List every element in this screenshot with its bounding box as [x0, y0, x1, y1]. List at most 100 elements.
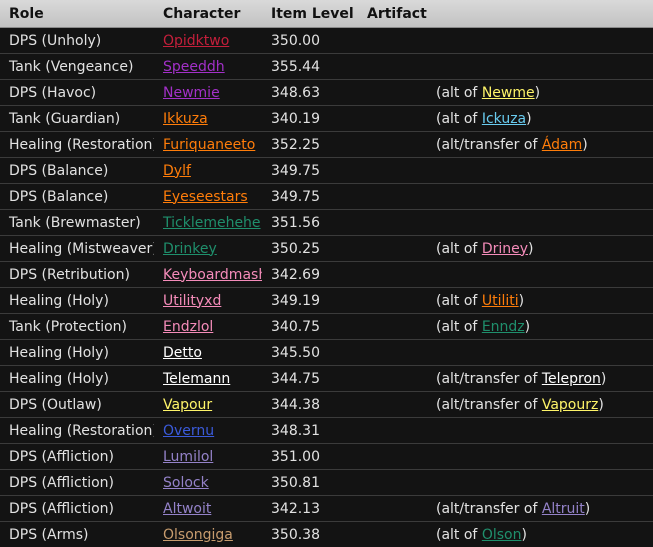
role-cell: DPS (Havoc) [0, 79, 154, 106]
character-link[interactable]: Endzlol [163, 319, 213, 335]
note-cell [427, 209, 653, 236]
role-cell: DPS (Affliction) [0, 443, 154, 470]
role-cell: DPS (Balance) [0, 183, 154, 210]
item-level-cell: 351.56 [262, 209, 358, 236]
character-link[interactable]: Opidktwo [163, 33, 229, 49]
character-cell: Altwoit [154, 495, 262, 522]
note-cell [427, 443, 653, 470]
item-level-cell: 350.00 [262, 27, 358, 54]
note-cell: (alt of Enndz) [427, 313, 653, 340]
note-suffix: ) [518, 292, 525, 309]
character-link[interactable]: Detto [163, 345, 202, 361]
roster-body: DPS (Unholy) Opidktwo 350.00 Tank (Vengeanc… [0, 27, 653, 547]
character-cell: Dylf [154, 157, 262, 184]
table-row: DPS (Affliction) Solock 350.81 [0, 469, 653, 496]
character-link[interactable]: Dylf [163, 163, 191, 179]
character-link[interactable]: Drinkey [163, 241, 217, 257]
role-cell: DPS (Arms) [9, 526, 89, 543]
item-level-cell: 342.13 [262, 495, 358, 522]
character-link[interactable]: Vapour [163, 397, 212, 413]
character-link[interactable]: Overnu [163, 423, 214, 439]
role-cell: Healing (Holy) [0, 287, 154, 314]
character-link[interactable]: Olsongiga [163, 527, 233, 543]
character-cell: Eyeseestars [154, 183, 262, 210]
main-character-link[interactable]: Driney [482, 241, 528, 257]
table-row: DPS (Unholy) Opidktwo 350.00 [0, 27, 653, 54]
table-row: DPS (Affliction) Lumilol 351.00 [0, 443, 653, 470]
note-prefix: (alt of [436, 318, 482, 335]
character-cell: Telemann [154, 365, 262, 392]
character-link[interactable]: Newmie [163, 85, 220, 101]
note-suffix: ) [528, 240, 534, 257]
column-header-artifact: Artifact [358, 0, 427, 28]
character-cell: Solock [154, 469, 262, 496]
table-row: DPS (Balance) Dylf 349.75 [0, 157, 653, 184]
artifact-cell [358, 53, 427, 80]
table-row: Healing (Mistweaver) Drinkey 350.25 (alt of… [0, 235, 653, 262]
table-row: DPS (Retribution) Keyboardmash 342.69 [0, 261, 653, 288]
main-character-link[interactable]: Newme [482, 85, 535, 101]
main-character-link[interactable]: Utiliti [482, 293, 519, 309]
character-link[interactable]: Keyboardmash [163, 267, 262, 283]
role-cell: Healing (Mistweaver) [0, 235, 154, 262]
main-character-link[interactable]: Enndz [482, 319, 525, 335]
character-link[interactable]: Telemann [163, 371, 230, 387]
note-cell: (alt/transfer of Altruit) [427, 495, 653, 522]
character-cell: Lumilol [154, 443, 262, 470]
item-level-cell: 340.75 [262, 313, 358, 340]
role-cell: Healing (Restoration) [0, 417, 154, 444]
character-link[interactable]: Speeddh [163, 59, 225, 75]
note-prefix: (alt of [436, 526, 482, 543]
character-cell: Furiquaneeto [154, 131, 262, 158]
character-link[interactable]: Solock [163, 475, 209, 491]
item-level-cell: 348.31 [262, 417, 358, 444]
note-prefix: (alt of [436, 110, 482, 127]
character-cell: Drinkey [154, 235, 262, 262]
role-cell: Healing (Restoration) [0, 131, 154, 158]
table-row: Tank (Protection) Endzlol 340.75 (alt of En… [0, 313, 653, 340]
note-cell [427, 417, 653, 444]
role-cell: DPS (Balance) [0, 157, 154, 184]
item-level-cell: 350.81 [262, 469, 358, 496]
note-suffix: ) [534, 84, 541, 101]
note-suffix: ) [526, 110, 532, 127]
note-cell [427, 157, 653, 184]
table-row: Healing (Holy) Utilityxd 349.19 (alt of Uti… [0, 287, 653, 314]
character-cell: Keyboardmash [154, 261, 262, 288]
character-link[interactable]: Altwoit [163, 501, 211, 517]
artifact-cell [358, 339, 427, 366]
artifact-cell [358, 183, 427, 210]
character-link[interactable]: Utilityxd [163, 293, 221, 309]
main-character-link[interactable]: Altruit [542, 501, 585, 517]
main-character-link[interactable]: Olson [482, 527, 522, 543]
note-suffix: ) [524, 318, 531, 335]
artifact-cell [358, 469, 427, 496]
table-row: DPS (Affliction) Altwoit 342.13 (alt/transf… [0, 495, 653, 522]
table-row: DPS (Balance) Eyeseestars 349.75 [0, 183, 653, 210]
character-link[interactable]: Furiquaneeto [163, 137, 255, 153]
table-row: DPS (Outlaw) Vapour 344.38 (alt/transfer of… [0, 391, 653, 418]
character-link[interactable]: Ikkuza [163, 111, 208, 127]
character-cell: Ticklemehehe [154, 209, 262, 236]
role-cell: Healing (Holy) [0, 365, 154, 392]
item-level-cell: 349.75 [262, 183, 358, 210]
artifact-cell [358, 79, 427, 106]
role-cell: Tank (Protection) [0, 313, 154, 340]
main-character-link[interactable]: Ickuza [482, 111, 526, 127]
main-character-link[interactable]: Vapourz [542, 397, 599, 413]
artifact-cell [358, 495, 427, 522]
item-level-cell: 350.25 [262, 235, 358, 262]
character-cell: Ikkuza [154, 105, 262, 132]
character-cell: Detto [154, 339, 262, 366]
artifact-cell [358, 443, 427, 470]
role-cell: Tank (Brewmaster) [0, 209, 154, 236]
artifact-cell [358, 365, 427, 392]
character-cell: Vapour [154, 391, 262, 418]
main-character-link[interactable]: Telepron [542, 371, 601, 387]
character-link[interactable]: Lumilol [163, 449, 213, 465]
character-link[interactable]: Ticklemehehe [163, 215, 261, 231]
character-link[interactable]: Eyeseestars [163, 189, 248, 205]
table-row: Tank (Brewmaster) Ticklemehehe 351.56 [0, 209, 653, 236]
table-row: Healing (Restoration) Furiquaneeto 352.25 (… [0, 131, 653, 158]
main-character-link[interactable]: Ádam [542, 137, 582, 153]
